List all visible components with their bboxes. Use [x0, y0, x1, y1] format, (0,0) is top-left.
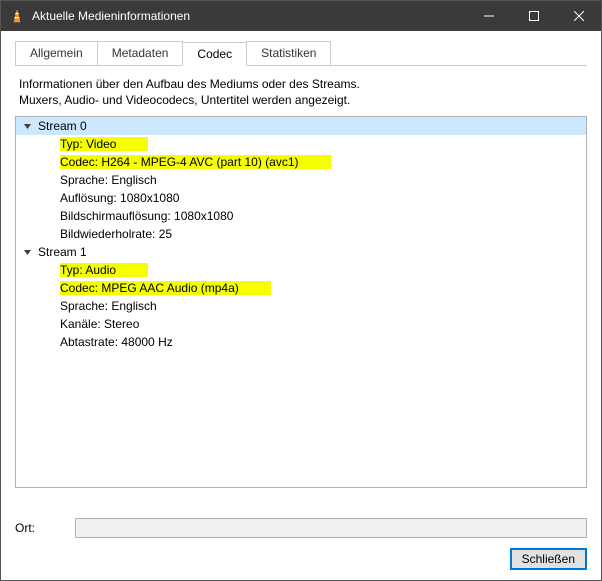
vlc-cone-icon — [9, 8, 25, 24]
button-row: Schließen — [15, 548, 587, 570]
stream-1-typ: Typ: Audio — [16, 261, 586, 279]
description-text: Informationen über den Aufbau des Medium… — [15, 66, 587, 116]
description-line-1: Informationen über den Aufbau des Medium… — [19, 76, 583, 92]
tab-statistics[interactable]: Statistiken — [246, 41, 331, 65]
codec-tree[interactable]: Stream 0 Typ: Video Codec: H264 - MPEG-4… — [15, 116, 587, 488]
stream-1-codec: Codec: MPEG AAC Audio (mp4a) — [16, 279, 586, 297]
stream-0-aufloesung: Auflösung: 1080x1080 — [16, 189, 586, 207]
window-title: Aktuelle Medieninformationen — [32, 9, 466, 23]
location-label: Ort: — [15, 521, 75, 535]
stream-1-abtast: Abtastrate: 48000 Hz — [16, 333, 586, 351]
dialog-content: Allgemein Metadaten Codec Statistiken In… — [1, 31, 601, 496]
close-button[interactable]: Schließen — [510, 548, 587, 570]
stream-0-codec: Codec: H264 - MPEG-4 AVC (part 10) (avc1… — [16, 153, 586, 171]
stream-1-kanaele: Kanäle: Stereo — [16, 315, 586, 333]
close-window-button[interactable] — [556, 1, 601, 31]
description-line-2: Muxers, Audio- und Videocodecs, Untertit… — [19, 92, 583, 108]
stream-0-typ: Typ: Video — [16, 135, 586, 153]
stream-1-label: Stream 1 — [36, 245, 87, 259]
minimize-button[interactable] — [466, 1, 511, 31]
chevron-down-icon[interactable] — [20, 248, 34, 257]
stream-1-header[interactable]: Stream 1 — [16, 243, 586, 261]
tab-bar: Allgemein Metadaten Codec Statistiken — [15, 41, 587, 65]
location-row: Ort: — [15, 518, 587, 538]
tab-metadata[interactable]: Metadaten — [97, 41, 184, 65]
maximize-button[interactable] — [511, 1, 556, 31]
stream-0-label: Stream 0 — [36, 119, 87, 133]
stream-1-sprache: Sprache: Englisch — [16, 297, 586, 315]
stream-0-rate: Bildwiederholrate: 25 — [16, 225, 586, 243]
tab-general[interactable]: Allgemein — [15, 41, 98, 65]
stream-0-bildschirm: Bildschirmauflösung: 1080x1080 — [16, 207, 586, 225]
stream-0-header[interactable]: Stream 0 — [16, 117, 586, 135]
dialog-bottom: Ort: Schließen — [1, 496, 601, 570]
chevron-down-icon[interactable] — [20, 122, 34, 131]
window-controls — [466, 1, 601, 31]
tab-separator — [15, 65, 587, 66]
tab-codec[interactable]: Codec — [182, 42, 247, 66]
location-input[interactable] — [75, 518, 587, 538]
titlebar: Aktuelle Medieninformationen — [1, 1, 601, 31]
stream-0-sprache: Sprache: Englisch — [16, 171, 586, 189]
